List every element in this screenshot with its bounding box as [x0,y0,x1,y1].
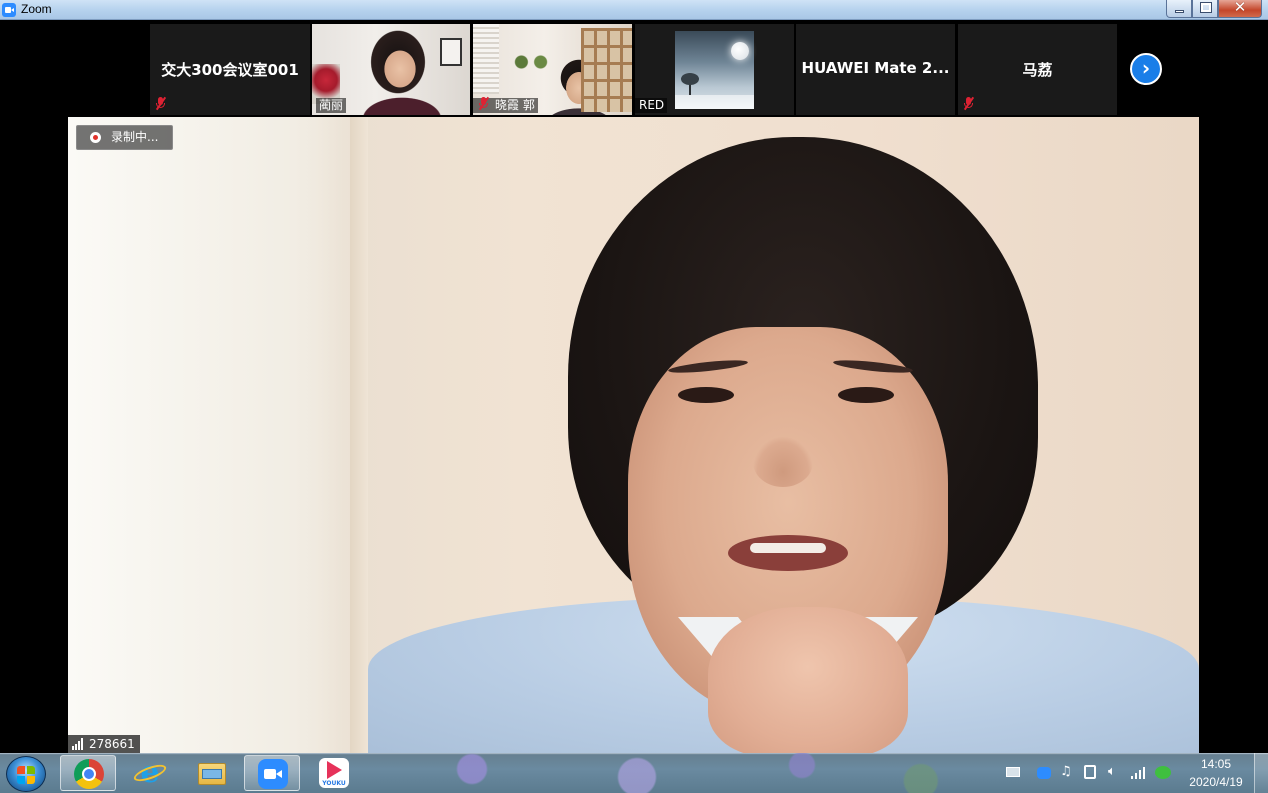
recording-label: 录制中... [111,130,159,144]
close-icon: ✕ [1233,0,1247,16]
youku-label: YOUKU [322,780,346,787]
mic-muted-icon [154,96,168,111]
taskbar-chrome[interactable] [60,755,116,791]
chevron-right-icon: › [1141,56,1151,80]
title-bar[interactable]: Zoom ✕ [0,0,1268,20]
start-button[interactable] [6,756,46,792]
wechat-icon[interactable] [1155,766,1171,779]
participant-strip: 交大300会议室001 蔺丽 晓霞 郭 RED HUAWEI Mate 2...… [150,24,1117,115]
speaker-eye-right [838,387,894,403]
main-video[interactable] [68,117,1199,753]
background-blind [473,24,499,94]
next-page-button[interactable]: › [1130,53,1162,85]
participant-avatar [675,31,754,109]
windows-logo-icon [17,766,25,774]
zoom-app-icon [2,3,16,17]
participant-name: 交大300会议室001 [161,61,299,79]
explorer-icon [197,758,227,788]
participant-tile[interactable]: 马荔 [958,24,1117,115]
signal-strength-icon [72,738,86,750]
speaker-hand [708,607,908,753]
participant-tile[interactable]: HUAWEI Mate 2... [796,24,955,115]
volume-icon[interactable]: 🔈︎ [1108,765,1122,778]
taskbar-zoom[interactable] [244,755,300,791]
ie-icon: e [131,758,169,788]
participant-tile[interactable]: 蔺丽 [312,24,470,115]
speaker-nose [753,437,813,487]
taskbar-youku[interactable]: YOUKU [306,755,362,791]
taskbar-internet-explorer[interactable]: e [122,755,178,791]
meeting-id-badge: 278661 [68,735,140,753]
participant-name: 马荔 [1022,61,1053,79]
mic-muted-icon [477,96,491,111]
participant-tile[interactable]: 晓霞 郭 [473,24,632,115]
music-icon[interactable]: ♫ [1060,765,1074,778]
participant-name: HUAWEI Mate 2... [801,59,950,77]
window-title: Zoom [21,2,52,16]
recording-indicator[interactable]: 录制中... [76,125,173,150]
background-plants [507,52,555,72]
close-button[interactable]: ✕ [1218,0,1262,18]
wall-background [68,117,368,753]
moon-graphic [731,42,749,60]
clock-time[interactable]: 14:05 [1200,757,1232,771]
record-icon [90,132,101,143]
zoom-icon [258,759,288,789]
youku-icon: YOUKU [319,758,349,788]
speaker-mouth [728,535,848,571]
clock-date[interactable]: 2020/4/19 [1185,775,1247,789]
participant-name: RED [635,98,668,113]
mic-muted-icon [962,96,976,111]
maximize-button[interactable] [1192,0,1218,18]
door-frame [350,117,368,753]
speaker-eye-left [678,387,734,403]
window-controls: ✕ [1166,0,1262,18]
device-icon[interactable] [1084,765,1096,779]
maximize-icon [1200,2,1212,13]
participant-tile[interactable]: 交大300会议室001 [150,24,310,115]
participant-tile[interactable]: RED [635,24,794,115]
background-shelf [581,28,632,112]
show-desktop-button[interactable] [1254,753,1268,793]
minimize-button[interactable] [1166,0,1192,18]
snow-ground-graphic [675,95,754,109]
keyboard-icon[interactable] [1006,767,1020,777]
taskbar-wallpaper [340,753,1000,793]
participant-name: 蔺丽 [316,98,347,113]
taskbar-file-explorer[interactable] [184,755,240,791]
background-frame [440,38,462,66]
minimize-icon [1175,10,1184,13]
chrome-icon [74,759,104,789]
network-icon[interactable] [1131,767,1147,779]
zoom-tray-icon[interactable] [1037,767,1051,779]
meeting-id: 278661 [89,737,135,751]
